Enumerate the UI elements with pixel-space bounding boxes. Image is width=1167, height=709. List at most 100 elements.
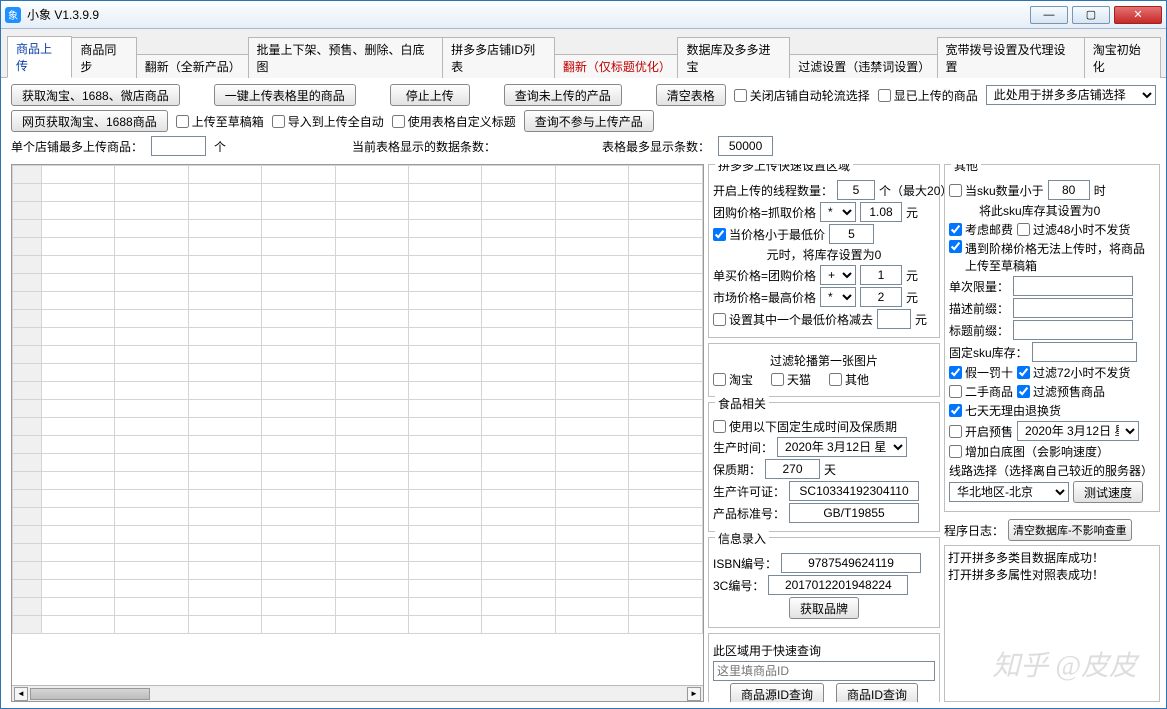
filter-48h-checkbox[interactable]: 过滤48小时不发货 (1017, 221, 1130, 238)
show-uploaded-checkbox[interactable]: 显已上传的商品 (878, 87, 978, 104)
table-row[interactable] (13, 256, 703, 274)
tab-filter[interactable]: 过滤设置（违禁词设置） (789, 54, 937, 78)
upload-to-draft-checkbox[interactable]: 上传至草稿箱 (176, 113, 264, 130)
table-row[interactable] (13, 328, 703, 346)
query-id-button[interactable]: 商品ID查询 (836, 683, 918, 702)
import-auto-checkbox[interactable]: 导入到上传全自动 (272, 113, 384, 130)
table-row[interactable] (13, 202, 703, 220)
test-speed-button[interactable]: 测试速度 (1073, 481, 1143, 503)
table-row[interactable] (13, 274, 703, 292)
table-row[interactable] (13, 454, 703, 472)
data-grid[interactable] (12, 165, 703, 685)
table-row[interactable] (13, 472, 703, 490)
sku-threshold-input[interactable] (1048, 180, 1090, 200)
close-auto-rotate-checkbox[interactable]: 关闭店铺自动轮流选择 (734, 87, 870, 104)
stop-upload-button[interactable]: 停止上传 (390, 84, 470, 106)
route-select[interactable]: 华北地区-北京 (949, 482, 1069, 502)
shop-select[interactable]: 此处用于拼多多店铺选择 (986, 85, 1156, 105)
query-skip-button[interactable]: 查询不参与上传产品 (524, 110, 654, 132)
table-row[interactable] (13, 310, 703, 328)
when-low-checkbox[interactable]: 当价格小于最低价 (713, 226, 825, 243)
thread-input[interactable] (837, 180, 875, 200)
tab-db[interactable]: 数据库及多多进宝 (677, 37, 790, 78)
single-op-select[interactable]: + (820, 265, 856, 285)
log-textarea[interactable]: 打开拼多多类目数据库成功！打开拼多多属性对照表成功！ (944, 545, 1160, 702)
table-row[interactable] (13, 400, 703, 418)
tab-sync[interactable]: 商品同步 (71, 37, 136, 78)
market-op-select[interactable]: * (820, 287, 856, 307)
table-row[interactable] (13, 508, 703, 526)
table-row[interactable] (13, 436, 703, 454)
fixed-stock-input[interactable] (1032, 342, 1137, 362)
table-row[interactable] (13, 598, 703, 616)
isbn-input[interactable] (781, 553, 921, 573)
max-rows-input[interactable] (718, 136, 773, 156)
carousel-other-checkbox[interactable]: 其他 (829, 371, 869, 388)
get-brand-button[interactable]: 获取品牌 (789, 597, 859, 619)
table-row[interactable] (13, 220, 703, 238)
table-row[interactable] (13, 526, 703, 544)
minus-checkbox[interactable]: 设置其中一个最低价格减去 (713, 311, 873, 328)
table-row[interactable] (13, 544, 703, 562)
shop-max-input[interactable] (151, 136, 206, 156)
whitebg-checkbox[interactable]: 增加白底图（会影响速度） (949, 443, 1109, 460)
filter-presale-checkbox[interactable]: 过滤预售商品 (1017, 383, 1105, 400)
shelf-input[interactable] (765, 459, 820, 479)
scroll-thumb[interactable] (30, 688, 150, 700)
fetch-web-button[interactable]: 网页获取淘宝、1688商品 (11, 110, 168, 132)
table-row[interactable] (13, 238, 703, 256)
market-val-input[interactable] (860, 287, 902, 307)
tab-tb-init[interactable]: 淘宝初始化 (1084, 37, 1161, 78)
sku-threshold-checkbox[interactable]: 当sku数量小于 (949, 182, 1044, 199)
second-hand-checkbox[interactable]: 二手商品 (949, 383, 1013, 400)
table-row[interactable] (13, 184, 703, 202)
presale-checkbox[interactable]: 开启预售 (949, 423, 1013, 440)
ladder-checkbox[interactable]: 遇到阶梯价格无法上传时，将商品上传至草稿箱 (949, 240, 1155, 274)
tab-dial[interactable]: 宽带拨号设置及代理设置 (937, 37, 1085, 78)
tab-refresh-new[interactable]: 翻新（全新产品） (136, 54, 249, 78)
carousel-taobao-checkbox[interactable]: 淘宝 (713, 371, 753, 388)
query-source-id-button[interactable]: 商品源ID查询 (730, 683, 824, 702)
scroll-left-arrow-icon[interactable]: ◄ (14, 687, 28, 701)
ccc-input[interactable] (768, 575, 908, 595)
presale-date-picker[interactable]: 2020年 3月12日 星 (1017, 421, 1139, 441)
one-click-upload-button[interactable]: 一键上传表格里的商品 (214, 84, 356, 106)
tab-refresh-title[interactable]: 翻新（仅标题优化） (554, 54, 679, 78)
minus-input[interactable] (877, 309, 911, 329)
tab-batch[interactable]: 批量上下架、预售、删除、白底图 (248, 37, 444, 78)
scroll-right-arrow-icon[interactable]: ► (687, 687, 701, 701)
tab-pdd-ids[interactable]: 拼多多店铺ID列表 (442, 37, 555, 78)
group-val-input[interactable] (860, 202, 902, 222)
group-op-select[interactable]: * (820, 202, 856, 222)
table-row[interactable] (13, 580, 703, 598)
fake-penalty-checkbox[interactable]: 假一罚十 (949, 364, 1013, 381)
prod-date-picker[interactable]: 2020年 3月12日 星 (777, 437, 907, 457)
single-val-input[interactable] (860, 265, 902, 285)
clear-table-button[interactable]: 清空表格 (656, 84, 726, 106)
tab-upload[interactable]: 商品上传 (7, 36, 72, 78)
table-row[interactable] (13, 562, 703, 580)
postage-checkbox[interactable]: 考虑邮费 (949, 221, 1013, 238)
table-row[interactable] (13, 616, 703, 634)
table-row[interactable] (13, 292, 703, 310)
close-button[interactable]: ✕ (1114, 6, 1162, 24)
minimize-button[interactable]: — (1030, 6, 1068, 24)
license-input[interactable] (789, 481, 919, 501)
title-prefix-input[interactable] (1013, 320, 1133, 340)
custom-title-checkbox[interactable]: 使用表格自定义标题 (392, 113, 516, 130)
quick-id-input[interactable] (713, 661, 935, 681)
seven-days-checkbox[interactable]: 七天无理由退换货 (949, 402, 1061, 419)
clear-db-button[interactable]: 清空数据库-不影响查重 (1008, 519, 1132, 541)
grid-horiz-scrollbar[interactable]: ◄ ► (12, 685, 703, 701)
table-row[interactable] (13, 166, 703, 184)
table-row[interactable] (13, 364, 703, 382)
filter-72h-checkbox[interactable]: 过滤72小时不发货 (1017, 364, 1130, 381)
table-row[interactable] (13, 490, 703, 508)
table-row[interactable] (13, 418, 703, 436)
table-row[interactable] (13, 346, 703, 364)
food-fixed-checkbox[interactable]: 使用以下固定生成时间及保质期 (713, 418, 897, 435)
table-row[interactable] (13, 382, 703, 400)
std-input[interactable] (789, 503, 919, 523)
maximize-button[interactable]: ▢ (1072, 6, 1110, 24)
fetch-tb-button[interactable]: 获取淘宝、1688、微店商品 (11, 84, 180, 106)
